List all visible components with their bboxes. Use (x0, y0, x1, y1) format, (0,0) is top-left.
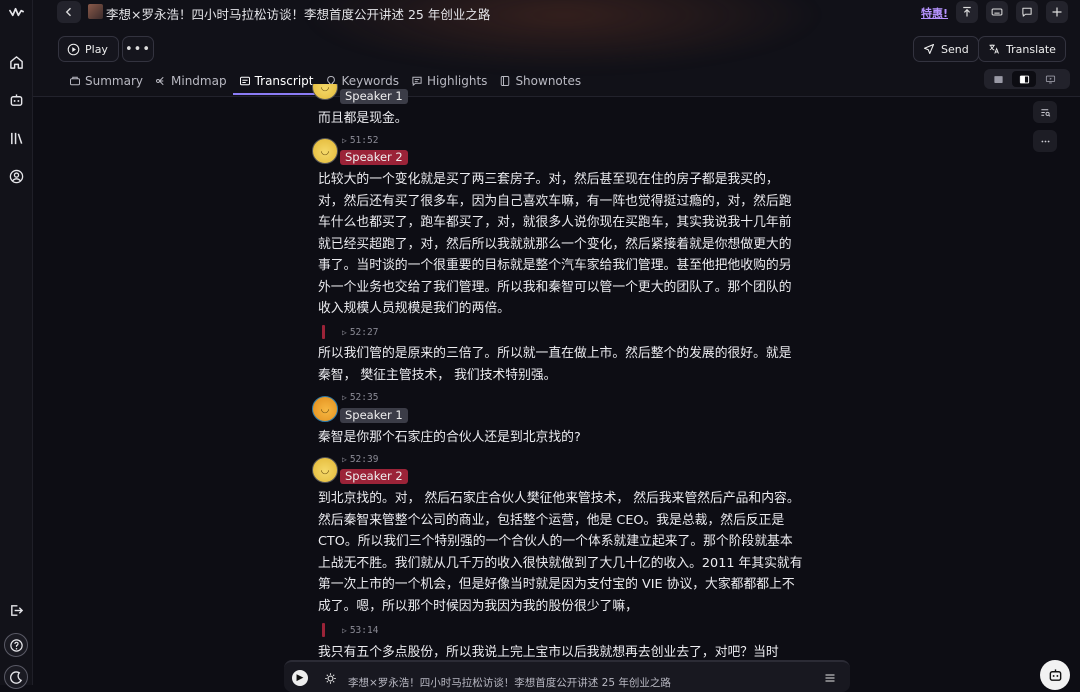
dark-mode-icon[interactable] (4, 665, 28, 689)
feedback-button[interactable] (1016, 1, 1038, 23)
tab-label: Summary (85, 74, 143, 88)
translate-button[interactable]: Translate (978, 36, 1066, 62)
keyboard-button[interactable] (986, 1, 1008, 23)
chat-assistant-button[interactable] (1040, 660, 1070, 690)
top-bar: 李想×罗永浩！四小时马拉松访谈！李想首度公开讲述 25 年创业之路 特惠! Pl… (33, 0, 1080, 97)
more-options-button[interactable]: ••• (122, 36, 154, 62)
assistant-icon[interactable] (6, 90, 26, 110)
help-icon[interactable] (4, 633, 28, 657)
single-column-icon (993, 75, 1003, 83)
logout-icon[interactable] (6, 600, 26, 620)
tab-label: Transcript (254, 74, 314, 88)
transcript-panel: ◡ Speaker 1 而且都是现金。 ▷ 51:52 ◡ Speaker 2 比… (308, 84, 808, 659)
logo-icon[interactable] (6, 2, 26, 22)
speaker-marker (322, 325, 325, 339)
settings-icon[interactable] (322, 670, 338, 686)
chat-bot-icon (1049, 668, 1061, 681)
transcript-text: 所以我们管的是原来的三倍了。所以就一直在做上市。然后整个的发展的很好。就是秦智，… (318, 346, 792, 383)
view-single-button[interactable] (986, 71, 1010, 87)
search-transcript-button[interactable] (1033, 101, 1057, 123)
play-label: Play (85, 42, 108, 56)
view-mode-toggle (984, 69, 1070, 89)
episode-title: 李想×罗永浩！四小时马拉松访谈！李想首度公开讲述 25 年创业之路 (106, 7, 491, 22)
profile-icon[interactable] (6, 166, 26, 186)
speaker-avatar: ◡ (312, 138, 338, 164)
speaker-avatar: ◡ (312, 396, 338, 422)
chevron-left-icon (65, 7, 71, 17)
speaker-avatar: ◡ (312, 457, 338, 483)
split-view-icon (1019, 75, 1029, 83)
player-title: 李想×罗永浩！四小时马拉松访谈！李想首度公开讲述 25 年创业之路 (348, 677, 671, 689)
transcript-text: 我只有五个多点股份，所以我说上完上宝市以后我就想再去创业去了，对吧？当时 (318, 645, 779, 659)
mini-player: ▶ 李想×罗永浩！四小时马拉松访谈！李想首度公开讲述 25 年创业之路 (284, 660, 850, 692)
side-more-button[interactable] (1033, 130, 1057, 152)
play-icon (67, 43, 80, 55)
timestamp[interactable]: ▷ 52:39 (342, 454, 378, 465)
transcript-icon (239, 76, 250, 86)
summary-icon (70, 76, 80, 86)
episode-thumbnail (88, 4, 103, 19)
speaker-avatar: ◡ (312, 84, 338, 100)
transcript-text: 到北京找的。对， 然后石家庄合伙人樊征他来管技术， 然后我来管然后产品和内容。然… (318, 491, 803, 614)
add-button[interactable] (1046, 1, 1068, 23)
library-icon[interactable] (6, 128, 26, 148)
tab-summary[interactable]: Summary (63, 70, 149, 92)
playlist-icon[interactable] (822, 670, 838, 686)
tab-label: Mindmap (171, 74, 227, 88)
home-icon[interactable] (6, 52, 26, 72)
list-search-icon (1040, 108, 1050, 117)
keyboard-icon (991, 8, 1003, 16)
speaker-label[interactable]: Speaker 2 (340, 469, 408, 484)
translate-icon (989, 44, 999, 54)
transcript-text: 秦智是你那个石家庄的合伙人还是到北京找的? (318, 430, 581, 445)
translate-label: Translate (1006, 42, 1056, 56)
play-button[interactable]: Play (58, 36, 119, 62)
send-button[interactable]: Send (913, 36, 979, 62)
play-icon[interactable]: ▶ (292, 670, 308, 686)
speaker-marker (322, 623, 325, 637)
transcript-text: 而且都是现金。 (318, 111, 408, 126)
view-split-button[interactable] (1012, 71, 1036, 87)
mindmap-icon (156, 76, 164, 86)
upload-icon (963, 6, 971, 17)
speaker-label[interactable]: Speaker 1 (340, 89, 408, 104)
timestamp[interactable]: ▷ 53:14 (342, 625, 378, 636)
tab-transcript[interactable]: Transcript (232, 70, 320, 95)
more-label: ••• (124, 41, 151, 57)
send-label: Send (941, 42, 969, 56)
transcript-text: 比较大的一个变化就是买了两三套房子。对，然后甚至现在住的房子都是我买的，对，然后… (318, 172, 792, 316)
ellipsis-icon (1041, 140, 1049, 142)
promo-link[interactable]: 特惠! (921, 5, 948, 21)
left-rail (0, 0, 33, 689)
timestamp[interactable]: ▷ 51:52 (342, 135, 378, 146)
timestamp[interactable]: ▷ 52:27 (342, 327, 378, 338)
view-present-button[interactable] (1038, 71, 1062, 87)
plus-icon (1052, 7, 1062, 17)
speaker-label[interactable]: Speaker 1 (340, 408, 408, 423)
send-icon (923, 43, 935, 55)
timestamp[interactable]: ▷ 52:35 (342, 392, 378, 403)
upload-button[interactable] (956, 1, 978, 23)
feedback-icon (1022, 7, 1032, 17)
tab-mindmap[interactable]: Mindmap (149, 70, 233, 92)
presentation-icon (1045, 75, 1055, 83)
back-button[interactable] (57, 1, 81, 23)
speaker-label[interactable]: Speaker 2 (340, 150, 408, 165)
